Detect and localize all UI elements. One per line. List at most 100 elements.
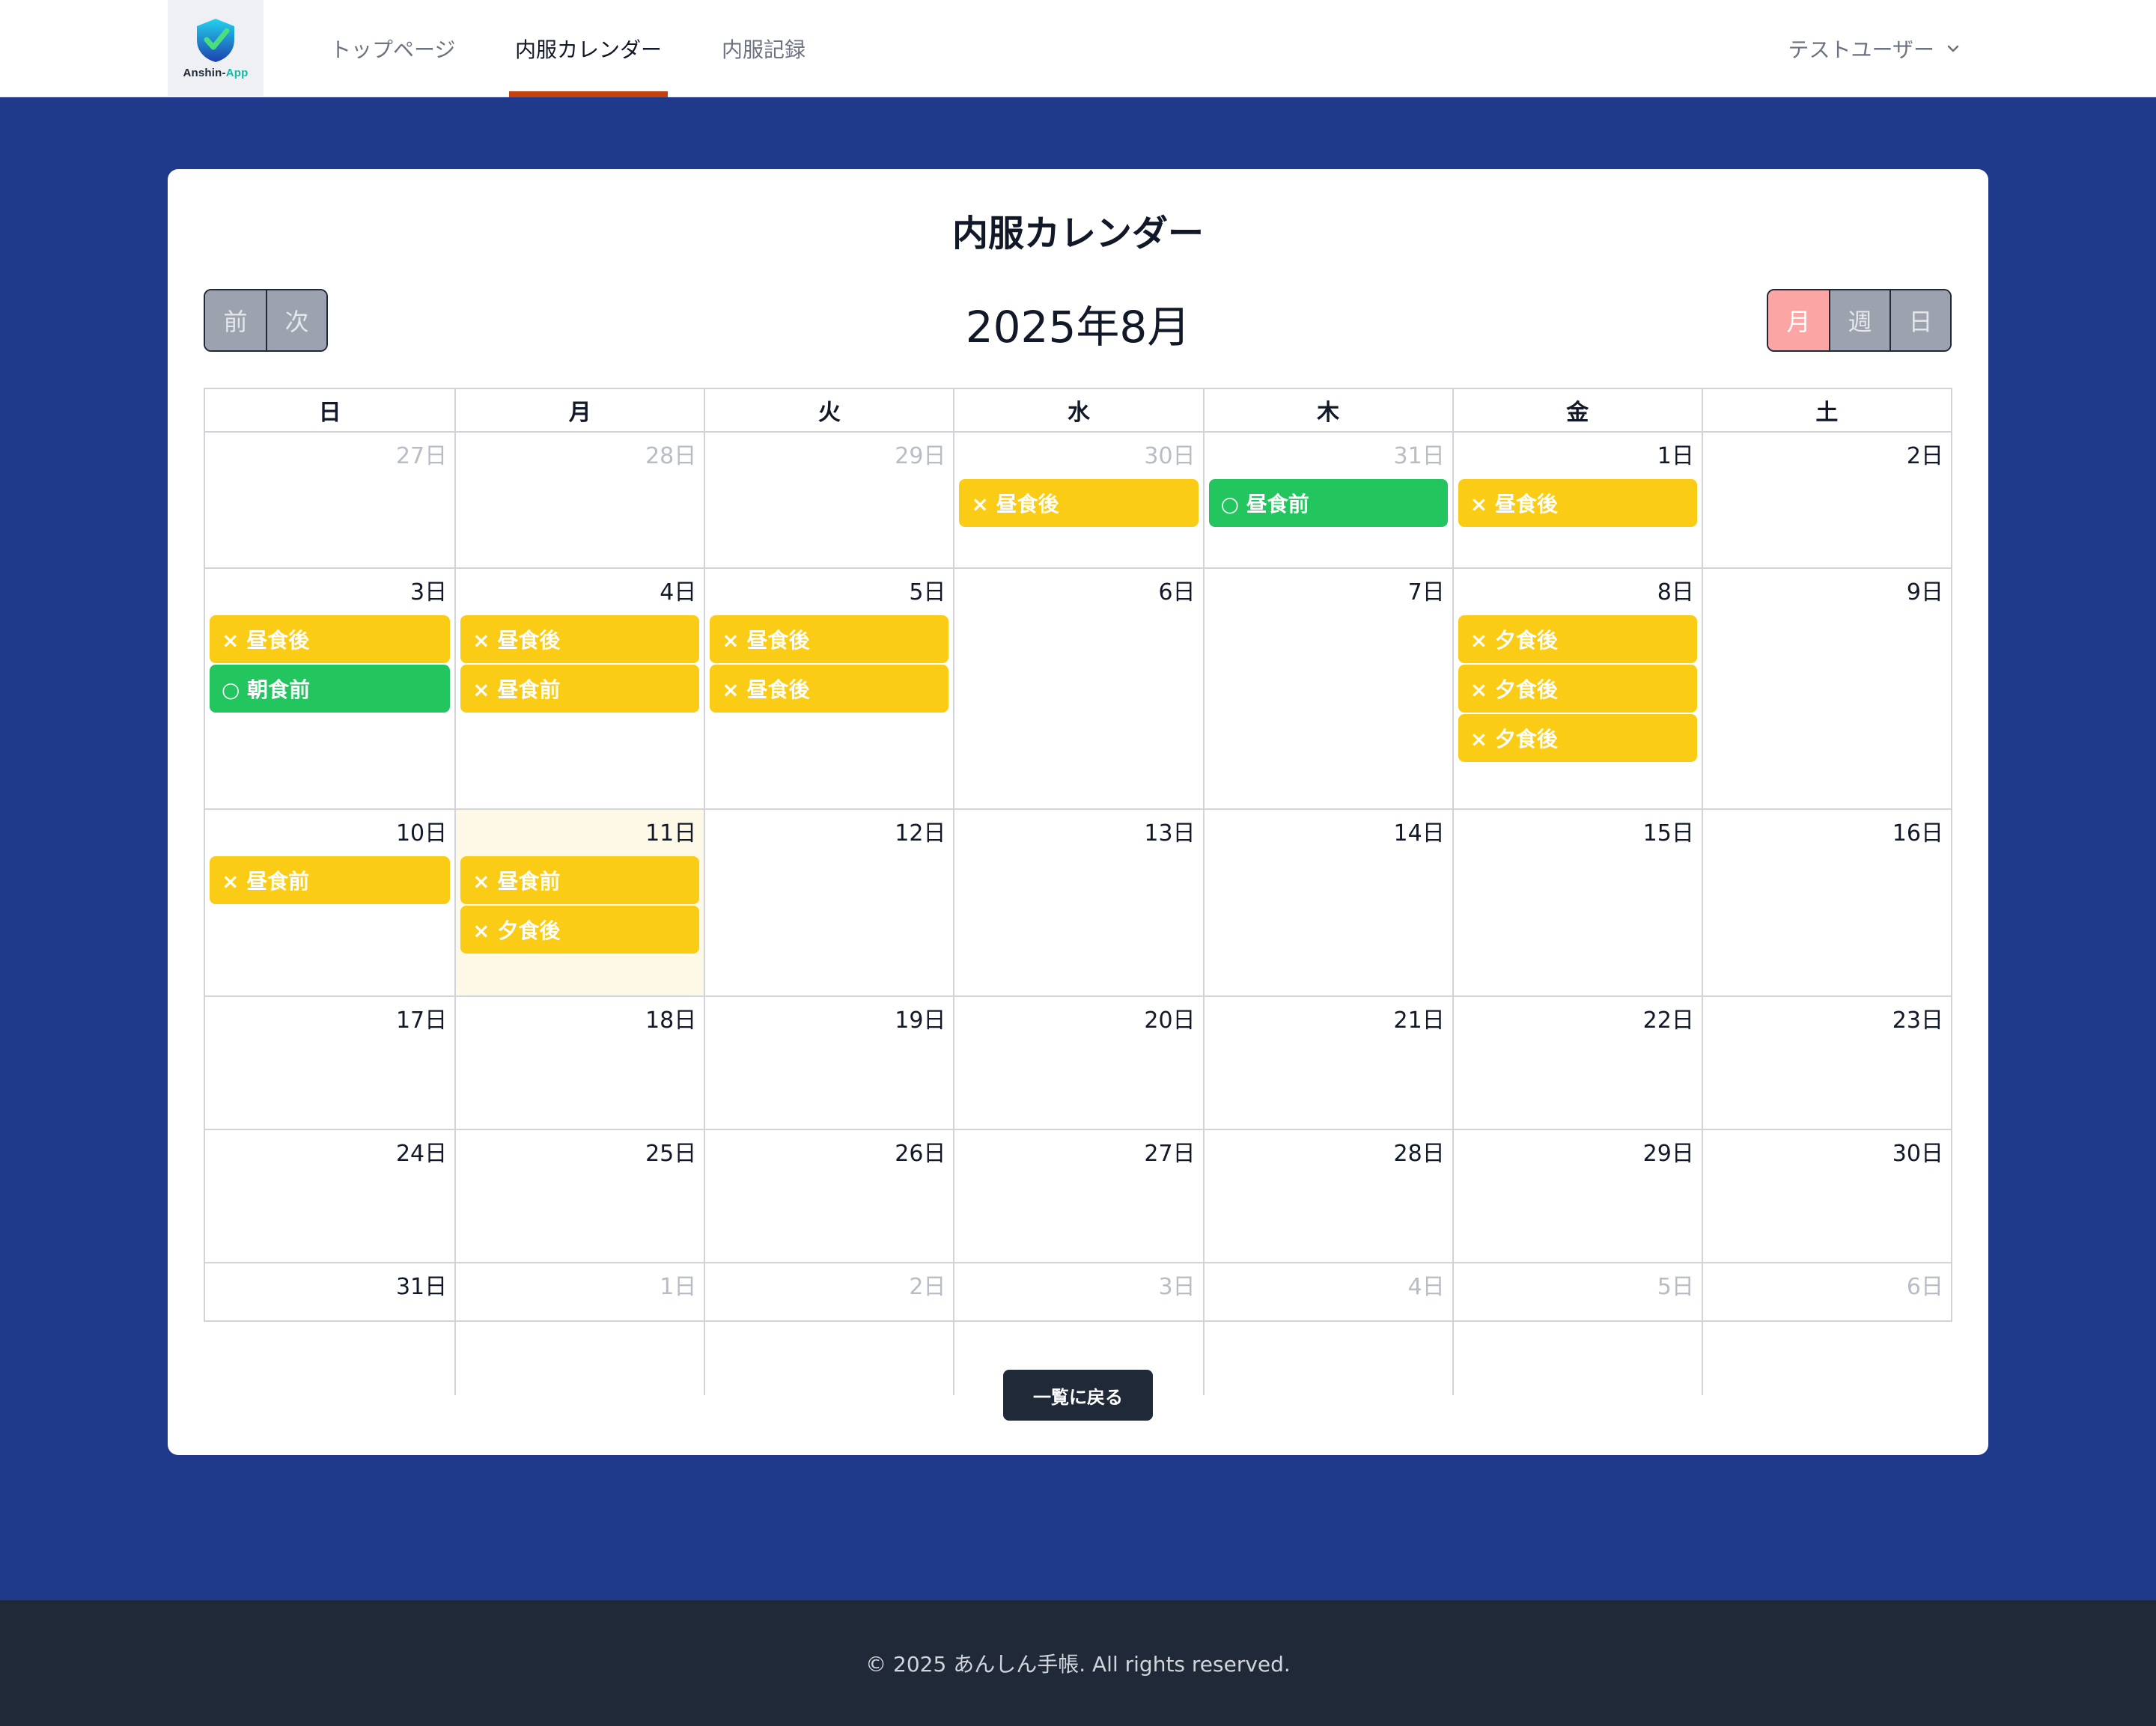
medication-event[interactable]: × 昼食後 [710, 665, 949, 713]
medication-event[interactable]: × 昼食前 [210, 856, 451, 904]
calendar-day-cell[interactable]: 8日 × 夕食後 × 夕食後 × 夕食後 [1452, 569, 1702, 808]
calendar-day-cell[interactable]: 25日 [454, 1130, 704, 1262]
day-number[interactable]: 7日 [1209, 578, 1448, 608]
user-menu[interactable]: テストユーザー [1788, 0, 1961, 97]
calendar-day-cell[interactable]: 31日 [205, 1263, 454, 1395]
day-number[interactable]: 6日 [1708, 1272, 1946, 1302]
medication-event[interactable]: × 昼食前 [460, 856, 700, 904]
calendar-day-cell[interactable]: 20日 [953, 997, 1202, 1129]
calendar-day-cell[interactable]: 4日 × 昼食後 × 昼食前 [454, 569, 704, 808]
medication-event[interactable]: × 夕食後 [1458, 665, 1697, 713]
back-to-list-button[interactable]: 一覧に戻る [1003, 1370, 1153, 1421]
calendar-day-cell[interactable]: 29日 [1452, 1130, 1702, 1262]
calendar-day-cell[interactable]: 4日 [1202, 1263, 1452, 1395]
day-number[interactable]: 2日 [710, 1272, 948, 1302]
calendar-day-cell[interactable]: 27日 [953, 1130, 1202, 1262]
day-number[interactable]: 3日 [959, 1272, 1198, 1302]
calendar-day-cell[interactable]: 18日 [454, 997, 704, 1129]
calendar-day-cell[interactable]: 29日 [704, 433, 953, 567]
calendar-day-cell[interactable]: 21日 [1202, 997, 1452, 1129]
medication-event[interactable]: × 夕食後 [1458, 615, 1697, 663]
calendar-day-cell[interactable]: 16日 [1701, 810, 1951, 995]
day-number[interactable]: 29日 [1458, 1139, 1697, 1169]
day-number[interactable]: 27日 [959, 1139, 1198, 1169]
calendar-day-cell[interactable]: 2日 [704, 1263, 953, 1395]
medication-event[interactable]: × 昼食後 [460, 615, 700, 663]
day-number[interactable]: 25日 [460, 1139, 699, 1169]
medication-event[interactable]: × 昼食後 [710, 615, 949, 663]
day-number[interactable]: 15日 [1458, 819, 1697, 849]
day-number[interactable]: 11日 [460, 819, 699, 849]
calendar-day-cell-today[interactable]: 11日 × 昼食前 × 夕食後 [454, 810, 704, 995]
calendar-day-cell[interactable]: 28日 [1202, 1130, 1452, 1262]
calendar-day-cell[interactable]: 6日 [953, 569, 1202, 808]
calendar-day-cell[interactable]: 27日 [205, 433, 454, 567]
day-number[interactable]: 30日 [1708, 1139, 1946, 1169]
calendar-day-cell[interactable]: 19日 [704, 997, 953, 1129]
app-logo[interactable]: Anshin-App [168, 0, 264, 96]
day-number[interactable]: 4日 [460, 578, 699, 608]
day-number[interactable]: 28日 [460, 442, 699, 472]
calendar-day-cell[interactable]: 10日 × 昼食前 [205, 810, 454, 995]
calendar-day-cell[interactable]: 13日 [953, 810, 1202, 995]
medication-event[interactable]: × 昼食後 [959, 479, 1199, 527]
day-number[interactable]: 26日 [710, 1139, 948, 1169]
calendar-day-cell[interactable]: 3日 × 昼食後 ○ 朝食前 [205, 569, 454, 808]
day-number[interactable]: 1日 [460, 1272, 699, 1302]
day-number[interactable]: 14日 [1209, 819, 1448, 849]
day-number[interactable]: 22日 [1458, 1006, 1697, 1036]
medication-event[interactable]: × 夕食後 [1458, 714, 1697, 762]
calendar-day-cell[interactable]: 1日 [454, 1263, 704, 1395]
day-number[interactable]: 5日 [710, 578, 948, 608]
calendar-day-cell[interactable]: 24日 [205, 1130, 454, 1262]
day-number[interactable]: 1日 [1458, 442, 1697, 472]
day-number[interactable]: 6日 [959, 578, 1198, 608]
calendar-day-cell[interactable]: 26日 [704, 1130, 953, 1262]
calendar-day-cell[interactable]: 7日 [1202, 569, 1452, 808]
calendar-day-cell[interactable]: 31日 ○ 昼食前 [1202, 433, 1452, 567]
calendar-day-cell[interactable]: 12日 [704, 810, 953, 995]
day-number[interactable]: 29日 [710, 442, 948, 472]
nav-medication-calendar[interactable]: 内服カレンダー [508, 0, 669, 97]
medication-event[interactable]: × 昼食前 [460, 665, 700, 713]
view-week-button[interactable]: 週 [1829, 290, 1889, 350]
day-number[interactable]: 19日 [710, 1006, 948, 1036]
medication-event[interactable]: ○ 朝食前 [210, 665, 451, 713]
medication-event[interactable]: × 昼食後 [210, 615, 451, 663]
calendar-day-cell[interactable]: 22日 [1452, 997, 1702, 1129]
calendar-day-cell[interactable]: 5日 [1452, 1263, 1702, 1395]
day-number[interactable]: 21日 [1209, 1006, 1448, 1036]
medication-event[interactable]: ○ 昼食前 [1208, 479, 1448, 527]
day-number[interactable]: 31日 [210, 1272, 450, 1302]
calendar-day-cell[interactable]: 28日 [454, 433, 704, 567]
medication-event[interactable]: × 昼食後 [1458, 479, 1697, 527]
calendar-day-cell[interactable]: 17日 [205, 997, 454, 1129]
calendar-day-cell[interactable]: 1日 × 昼食後 [1452, 433, 1702, 567]
day-number[interactable]: 23日 [1708, 1006, 1946, 1036]
day-number[interactable]: 17日 [210, 1006, 450, 1036]
day-number[interactable]: 27日 [210, 442, 450, 472]
day-number[interactable]: 24日 [210, 1139, 450, 1169]
day-number[interactable]: 28日 [1209, 1139, 1448, 1169]
day-number[interactable]: 30日 [959, 442, 1198, 472]
nav-top-page[interactable]: トップページ [330, 0, 455, 97]
day-number[interactable]: 12日 [710, 819, 948, 849]
day-number[interactable]: 18日 [460, 1006, 699, 1036]
calendar-day-cell[interactable]: 5日 × 昼食後 × 昼食後 [704, 569, 953, 808]
calendar-day-cell[interactable]: 15日 [1452, 810, 1702, 995]
day-number[interactable]: 10日 [210, 819, 450, 849]
view-month-button[interactable]: 月 [1768, 290, 1829, 350]
day-number[interactable]: 8日 [1458, 578, 1697, 608]
calendar-day-cell[interactable]: 30日 [1701, 1130, 1951, 1262]
nav-medication-records[interactable]: 内服記録 [722, 0, 806, 97]
day-number[interactable]: 31日 [1209, 442, 1448, 472]
day-number[interactable]: 16日 [1708, 819, 1946, 849]
calendar-day-cell[interactable]: 23日 [1701, 997, 1951, 1129]
day-number[interactable]: 5日 [1458, 1272, 1697, 1302]
calendar-day-cell[interactable]: 14日 [1202, 810, 1452, 995]
day-number[interactable]: 4日 [1209, 1272, 1448, 1302]
day-number[interactable]: 3日 [210, 578, 450, 608]
calendar-day-cell[interactable]: 6日 [1701, 1263, 1951, 1395]
calendar-day-cell[interactable]: 2日 [1701, 433, 1951, 567]
view-day-button[interactable]: 日 [1889, 290, 1950, 350]
